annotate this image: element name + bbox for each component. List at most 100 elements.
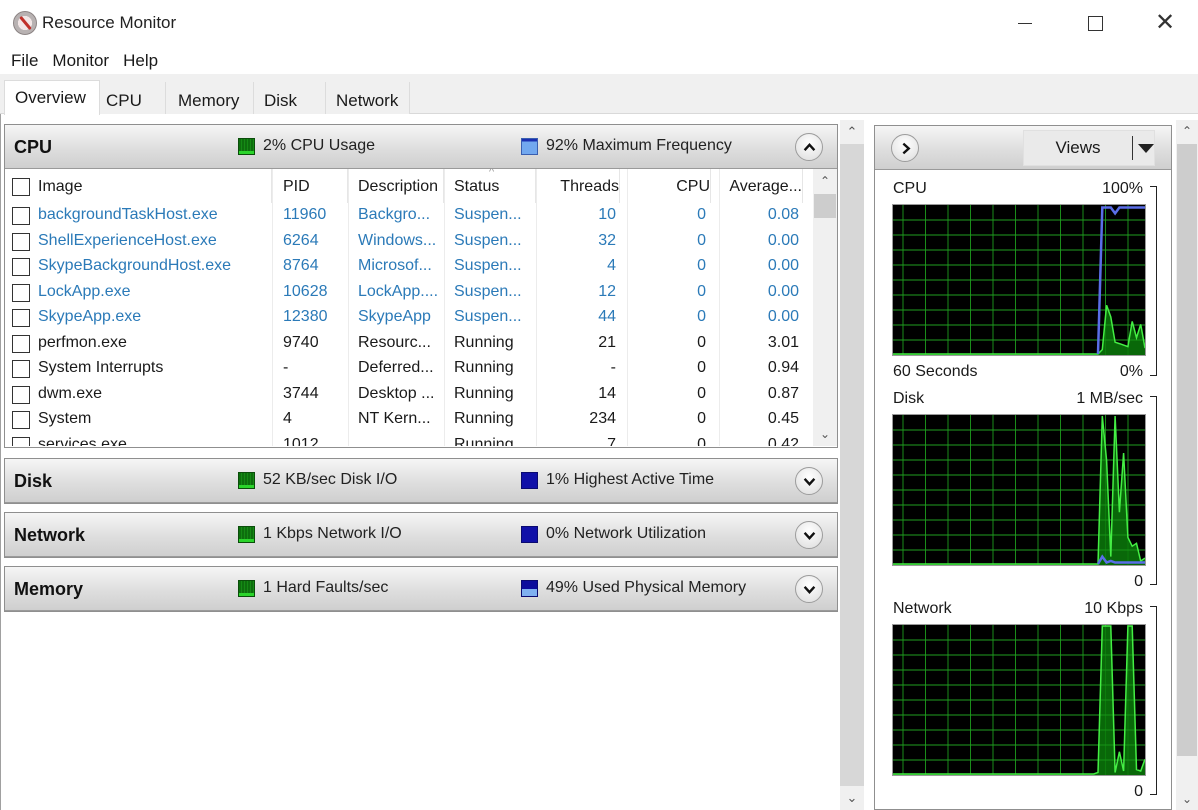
process-row[interactable]: System 4 NT Kern... Running 234 0 0.45 [5, 407, 813, 433]
row-checkbox[interactable] [12, 385, 30, 404]
scroll-down-icon[interactable]: ⌄ [813, 424, 837, 444]
scale-bracket [1150, 186, 1157, 376]
column-header-status[interactable]: Status [454, 169, 536, 203]
minimize-button[interactable] [990, 0, 1060, 46]
overview-scrollbar[interactable]: ⌃ ⌄ [840, 120, 864, 810]
process-table-scrollbar[interactable]: ⌃ ⌄ [813, 169, 837, 446]
network-graph-max: 10 Kbps [1084, 600, 1143, 617]
cell-cpu: 0 [697, 359, 706, 376]
cell-description: Resourc... [358, 333, 431, 351]
cpu-graph [892, 204, 1146, 356]
column-header-pid[interactable]: PID [283, 169, 348, 203]
network-graph [892, 624, 1146, 776]
cpu-section: CPU 2% CPU Usage 92% Maximum Frequency I… [4, 124, 838, 448]
process-row[interactable]: SkypeApp.exe 12380 SkypeApp Suspen... 44 0 0.0… [5, 305, 813, 331]
physical-memory-text: 49% Used Physical Memory [546, 579, 747, 596]
cell-cpu: 0 [697, 257, 706, 274]
cell-cpu: 0 [697, 282, 706, 300]
minimize-icon [1018, 22, 1032, 24]
cell-status: Suspen... [454, 257, 522, 274]
tab-overview[interactable]: Overview [4, 80, 100, 115]
process-row[interactable]: services.exe 1012 Running 7 0 0.42 [5, 433, 813, 447]
select-all-checkbox[interactable] [12, 178, 30, 196]
graph-panel-scrollbar[interactable]: ⌃ ⌄ [1176, 120, 1198, 810]
network-utilization-stat: 0% Network Utilization [521, 525, 706, 543]
row-checkbox[interactable] [12, 436, 30, 446]
cell-pid: 1012 [283, 435, 319, 447]
row-checkbox[interactable] [12, 232, 30, 251]
row-checkbox[interactable] [12, 258, 30, 276]
cell-image: LockApp.exe [38, 282, 131, 300]
disk-io-stat: 52 KB/sec Disk I/O [238, 471, 397, 489]
scroll-down-icon[interactable]: ⌄ [1176, 788, 1198, 810]
cell-image: System Interrupts [38, 359, 164, 376]
process-row[interactable]: perfmon.exe 9740 Resourc... Running 21 0 3.01 [5, 331, 813, 357]
row-checkbox[interactable] [12, 411, 30, 429]
column-header-image[interactable]: Image [38, 169, 272, 203]
column-header-description[interactable]: Description [358, 169, 444, 203]
row-checkbox[interactable] [12, 309, 30, 327]
collapse-cpu-button[interactable] [795, 133, 823, 161]
cpu-section-header[interactable]: CPU 2% CPU Usage 92% Maximum Frequency [5, 125, 837, 169]
expand-disk-button[interactable] [795, 467, 823, 495]
menu-monitor[interactable]: Monitor [41, 46, 109, 74]
cell-average: 0.00 [767, 257, 799, 274]
row-checkbox[interactable] [12, 207, 30, 225]
cell-threads: 21 [598, 333, 616, 351]
scrollbar-thumb[interactable] [1177, 144, 1197, 756]
cpu-frequency-text: 92% Maximum Frequency [546, 137, 732, 154]
memory-section-title: Memory [14, 579, 84, 599]
process-row[interactable]: ShellExperienceHost.exe 6264 Windows... Sus… [5, 229, 813, 255]
process-row[interactable]: LockApp.exe 10628 LockApp.... Suspen... 12 0 0… [5, 280, 813, 306]
disk-graph-block: Disk 1 MB/sec 0 [875, 385, 1171, 595]
row-checkbox[interactable] [12, 360, 30, 378]
scroll-up-icon[interactable]: ⌃ [813, 171, 837, 191]
scrollbar-thumb[interactable] [814, 194, 836, 218]
expand-network-button[interactable] [795, 521, 823, 549]
network-graph-min: 0 [1134, 783, 1143, 800]
column-header-cpu[interactable]: CPU [627, 169, 711, 203]
cell-average: 0.42 [767, 435, 799, 447]
chevron-up-icon [803, 142, 815, 151]
process-row[interactable]: System Interrupts - Deferred... Running - 0 0.… [5, 356, 813, 382]
scroll-up-icon[interactable]: ⌃ [840, 120, 864, 144]
tab-memory[interactable]: Memory [166, 82, 254, 114]
network-graph-svg [893, 625, 1145, 775]
cell-pid: 3744 [283, 384, 319, 402]
cell-threads: 10 [598, 206, 616, 223]
views-dropdown[interactable]: Views [1023, 130, 1155, 166]
process-row[interactable]: dwm.exe 3744 Desktop ... Running 14 0 0.87 [5, 382, 813, 408]
views-separator [1132, 136, 1133, 160]
disk-graph-min: 0 [1134, 573, 1143, 590]
cpu-section-title: CPU [14, 137, 53, 157]
hard-faults-stat: 1 Hard Faults/sec [238, 579, 388, 597]
collapse-panel-button[interactable] [891, 134, 919, 162]
tab-disk[interactable]: Disk [254, 82, 326, 114]
row-checkbox[interactable] [12, 283, 30, 302]
cell-image: ShellExperienceHost.exe [38, 231, 217, 249]
resource-monitor-icon [13, 11, 37, 35]
views-label: Views [1055, 138, 1101, 157]
tab-cpu[interactable]: CPU [100, 82, 166, 114]
column-header-threads[interactable]: Threads [536, 169, 620, 203]
menu-file[interactable]: File [0, 46, 38, 74]
chevron-right-icon [902, 142, 911, 154]
tab-network[interactable]: Network [326, 82, 410, 114]
scroll-down-icon[interactable]: ⌄ [840, 786, 864, 810]
process-row[interactable]: SkypeBackgroundHost.exe 8764 Microsof... Su… [5, 254, 813, 280]
scale-bracket [1150, 606, 1157, 795]
network-section-header[interactable]: Network 1 Kbps Network I/O 0% Network Ut… [5, 513, 837, 557]
close-button[interactable]: ✕ [1130, 0, 1198, 46]
maximize-button[interactable] [1060, 0, 1130, 46]
row-checkbox[interactable] [12, 334, 30, 353]
expand-memory-button[interactable] [795, 575, 823, 603]
memory-section-header[interactable]: Memory 1 Hard Faults/sec 49% Used Physic… [5, 567, 837, 611]
column-header-average[interactable]: Average... [719, 169, 803, 203]
scroll-up-icon[interactable]: ⌃ [1176, 120, 1198, 142]
close-icon: ✕ [1154, 9, 1176, 36]
disk-active-time-text: 1% Highest Active Time [546, 471, 715, 488]
menu-help[interactable]: Help [112, 46, 158, 74]
process-row[interactable]: backgroundTaskHost.exe 11960 Backgro... Sus… [5, 203, 813, 229]
disk-section-header[interactable]: Disk 52 KB/sec Disk I/O 1% Highest Activ… [5, 459, 837, 503]
cell-image: services.exe [38, 435, 127, 447]
